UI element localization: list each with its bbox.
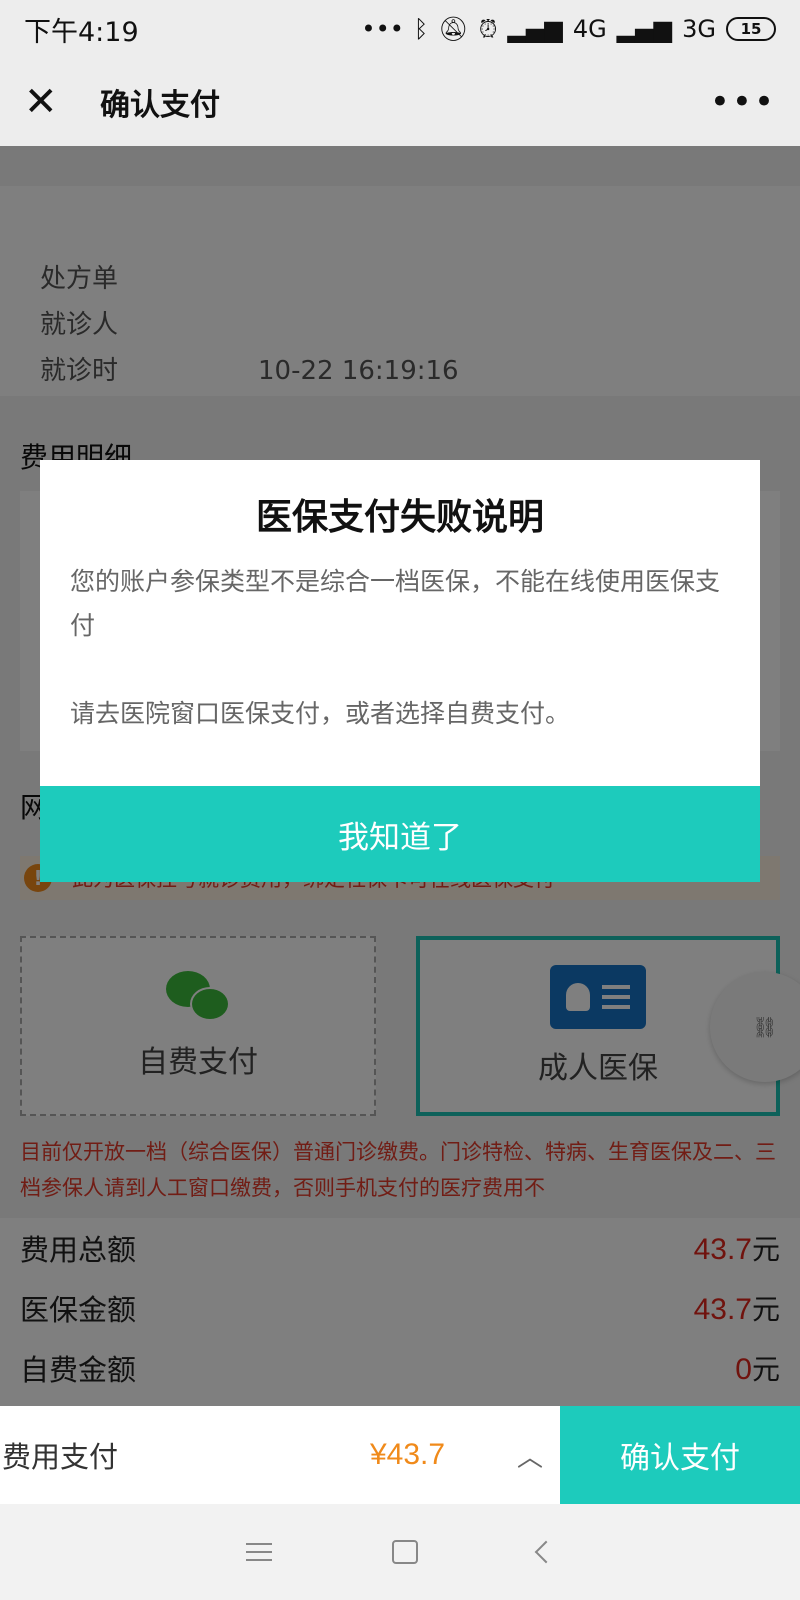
dialog-paragraph-2: 请去医院窗口医保支付，或者选择自费支付。: [70, 699, 571, 728]
system-nav-bar: [0, 1504, 800, 1600]
confirm-pay-button[interactable]: 确认支付: [560, 1406, 800, 1504]
pay-amount: ¥43.7: [370, 1438, 446, 1471]
dialog-body: 您的账户参保类型不是综合一档医保，不能在线使用医保支付 请去医院窗口医保支付，或…: [40, 560, 760, 736]
dialog-title: 医保支付失败说明: [255, 497, 544, 538]
bluetooth-icon: ᛒ: [413, 15, 429, 43]
more-menu-icon[interactable]: •••: [710, 82, 776, 122]
alarm-icon: ⏰︎: [478, 15, 498, 43]
network-3g: 3G: [682, 15, 716, 43]
mute-icon: 🔕︎: [438, 15, 469, 43]
signal-icon-2: ▂▄▆: [616, 15, 673, 43]
insurance-failure-dialog: 医保支付失败说明 您的账户参保类型不是综合一档医保，不能在线使用医保支付 请去医…: [40, 460, 760, 882]
home-icon[interactable]: [392, 1540, 418, 1564]
got-it-button[interactable]: 我知道了: [40, 786, 760, 882]
close-icon[interactable]: ✕: [24, 82, 76, 122]
pay-bar-label: 费用支付: [2, 1440, 119, 1474]
status-time: 下午4:19: [24, 16, 139, 48]
dialog-paragraph-1: 您的账户参保类型不是综合一档医保，不能在线使用医保支付: [70, 567, 721, 640]
status-icons: ••• ᛒ 🔕︎ ⏰︎ ▂▄▆ 4G ▂▄▆ 3G 15: [361, 15, 776, 43]
title-bar: ✕ 确认支付 •••: [0, 58, 800, 146]
back-icon[interactable]: [534, 1540, 558, 1564]
page-title: 确认支付: [100, 88, 220, 123]
signal-icon: ▂▄▆: [507, 15, 563, 43]
chevron-up-icon[interactable]: ︿: [500, 1406, 560, 1504]
battery-icon: 15: [726, 17, 776, 41]
pay-bar: 费用支付 ¥43.7 ︿ 确认支付: [0, 1406, 800, 1504]
menu-icon[interactable]: [246, 1543, 272, 1561]
network-4g: 4G: [572, 15, 607, 43]
more-dots-icon: •••: [361, 15, 404, 43]
status-bar: 下午4:19 ••• ᛒ 🔕︎ ⏰︎ ▂▄▆ 4G ▂▄▆ 3G 15: [0, 0, 800, 58]
